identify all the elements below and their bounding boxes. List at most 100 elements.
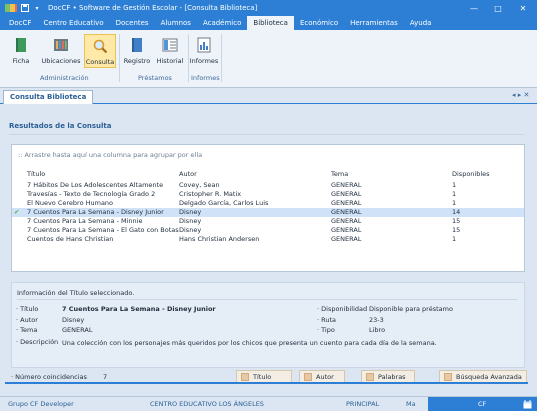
cell-autor: Delgado García, Carlos Luis (179, 199, 269, 207)
save-icon[interactable] (20, 3, 30, 13)
cell-titulo: 7 Cuentos Para La Semana - El Gato con B… (27, 226, 179, 234)
status-center: CENTRO EDUCATIVO LOS ÁNGELES (150, 400, 264, 408)
table-row[interactable]: Cuentos de Hans Christian Hans Christian… (12, 235, 524, 244)
column-header-tema[interactable]: Tema (331, 170, 348, 178)
menu-herramientas[interactable]: Herramientas (344, 16, 404, 30)
cell-titulo: 7 Hábitos De Los Adolescentes Altamente (27, 181, 164, 189)
value-disponibilidad: Disponible para préstamo (369, 305, 453, 313)
cell-titulo: 7 Cuentos Para La Semana - Disney Junior (27, 208, 164, 216)
calendar-icon[interactable] (523, 400, 532, 409)
value-titulo: 7 Cuentos Para La Semana - Disney Junior (62, 305, 216, 313)
results-panel: Resultados de la Consulta :: Arrastre ha… (5, 116, 528, 378)
ribbon-separator (119, 34, 120, 82)
selected-title-info: Información del Título seleccionado. · T… (11, 282, 525, 368)
column-header-disponibles[interactable]: Disponibles (452, 170, 490, 178)
consulta-button[interactable]: Consulta (84, 34, 116, 68)
cell-tema: GENERAL (331, 235, 362, 243)
cell-disponibles: 1 (452, 181, 457, 189)
status-group: Grupo CF Developer (8, 400, 74, 408)
cell-autor: Disney (179, 208, 202, 216)
ubicaciones-icon (54, 39, 68, 51)
group-informes: Informes (191, 74, 220, 82)
menu-docentes[interactable]: Docentes (110, 16, 155, 30)
cell-autor: Cristopher R. Matix (179, 190, 242, 198)
advanced-search-label: Búsqueda Avanzada (456, 372, 522, 381)
match-count-value: 7 (103, 373, 108, 381)
cell-tema: GENERAL (331, 181, 362, 189)
cell-tema: GENERAL (331, 217, 362, 225)
group-by-hint[interactable]: :: Arrastre hasta aquí una columna para … (18, 151, 202, 159)
advanced-search-icon (444, 372, 452, 381)
label-tema: · Tema (16, 326, 38, 334)
results-grid[interactable]: :: Arrastre hasta aquí una columna para … (11, 144, 525, 272)
cell-autor: Covey, Sean (179, 181, 220, 189)
maximize-button[interactable]: □ (487, 0, 509, 16)
cell-disponibles: 1 (452, 190, 457, 198)
table-row[interactable]: Travesías - Texto de Tecnología Grado 2 … (12, 190, 524, 199)
cell-titulo: Cuentos de Hans Christian (27, 235, 114, 243)
cell-disponibles: 1 (452, 235, 457, 243)
value-autor: Disney (62, 316, 85, 324)
search-bar: · Número coincidencias 7 Título Autor Pa… (5, 368, 532, 388)
cell-tema: GENERAL (331, 190, 362, 198)
cell-titulo: 7 Cuentos Para La Semana - Minnie (27, 217, 143, 225)
minimize-button[interactable]: — (463, 0, 485, 16)
search-title-label: Título (253, 372, 272, 381)
tab-navigation[interactable]: ◂ ▸ ✕ (512, 91, 529, 99)
historial-button[interactable]: Historial (155, 34, 185, 68)
cell-tema: GENERAL (331, 208, 362, 216)
divider (5, 382, 528, 384)
ficha-icon (16, 38, 26, 52)
title-bar: ▾ DocCF • Software de Gestión Escolar - … (0, 0, 537, 16)
menu-academico[interactable]: Académico (197, 16, 247, 30)
column-header-autor[interactable]: Autor (179, 170, 197, 178)
match-count-label: · Número coincidencias (11, 373, 87, 381)
table-row-selected[interactable]: ✔ 7 Cuentos Para La Semana - Disney Juni… (12, 208, 524, 217)
registro-label: Registro (123, 57, 151, 65)
consulta-icon (93, 39, 108, 54)
cell-autor: Disney (179, 217, 202, 225)
menu-alumnos[interactable]: Alumnos (155, 16, 197, 30)
cell-disponibles: 1 (452, 199, 457, 207)
document-tab-bar: Consulta Biblioteca ◂ ▸ ✕ (0, 89, 537, 104)
search-words-icon (366, 372, 374, 381)
ficha-button[interactable]: Ficha (6, 34, 36, 68)
menu-doccf[interactable]: DocCF (3, 16, 37, 30)
value-tema: GENERAL (62, 326, 93, 334)
ribbon-separator (221, 34, 222, 82)
search-words-label: Palabras (378, 372, 406, 381)
informes-label: Informes (189, 57, 219, 65)
cell-disponibles: 15 (452, 226, 461, 234)
historial-icon (162, 38, 178, 52)
check-icon: ✔ (14, 208, 20, 216)
menu-biblioteca[interactable]: Biblioteca (247, 16, 294, 30)
cell-titulo: El Nuevo Cerebro Humano (27, 199, 114, 207)
menu-ayuda[interactable]: Ayuda (404, 16, 438, 30)
cell-disponibles: 15 (452, 217, 461, 225)
tab-consulta-biblioteca[interactable]: Consulta Biblioteca (3, 90, 94, 104)
close-button[interactable]: ✕ (512, 0, 534, 16)
value-tipo: Libro (369, 326, 386, 334)
ubicaciones-label: Ubicaciones (41, 57, 81, 65)
consulta-label: Consulta (85, 58, 115, 66)
menu-centro-educativo[interactable]: Centro Educativo (37, 16, 109, 30)
results-title: Resultados de la Consulta (9, 122, 112, 130)
app-icon[interactable] (4, 2, 18, 14)
label-tipo: · Tipo (317, 326, 335, 334)
table-row[interactable]: 7 Cuentos Para La Semana - El Gato con B… (12, 226, 524, 235)
menu-economico[interactable]: Económico (294, 16, 344, 30)
info-title: Información del Título seleccionado. (17, 289, 135, 297)
value-ruta: 23-3 (369, 316, 384, 324)
table-row[interactable]: 7 Hábitos De Los Adolescentes Altamente … (12, 181, 524, 190)
registro-icon (132, 38, 142, 52)
table-row[interactable]: El Nuevo Cerebro Humano Delgado García, … (12, 199, 524, 208)
registro-button[interactable]: Registro (122, 34, 152, 68)
table-row[interactable]: 7 Cuentos Para La Semana - Minnie Disney… (12, 217, 524, 226)
label-disponibilidad: · Disponibilidad (317, 305, 368, 313)
status-cf: CF (478, 400, 487, 408)
menu-bar: DocCF Centro Educativo Docentes Alumnos … (0, 16, 537, 30)
ubicaciones-button[interactable]: Ubicaciones (40, 34, 82, 68)
column-header-titulo[interactable]: Título (27, 170, 45, 178)
dropdown-icon[interactable]: ▾ (32, 3, 42, 13)
informes-button[interactable]: Informes (190, 34, 218, 68)
